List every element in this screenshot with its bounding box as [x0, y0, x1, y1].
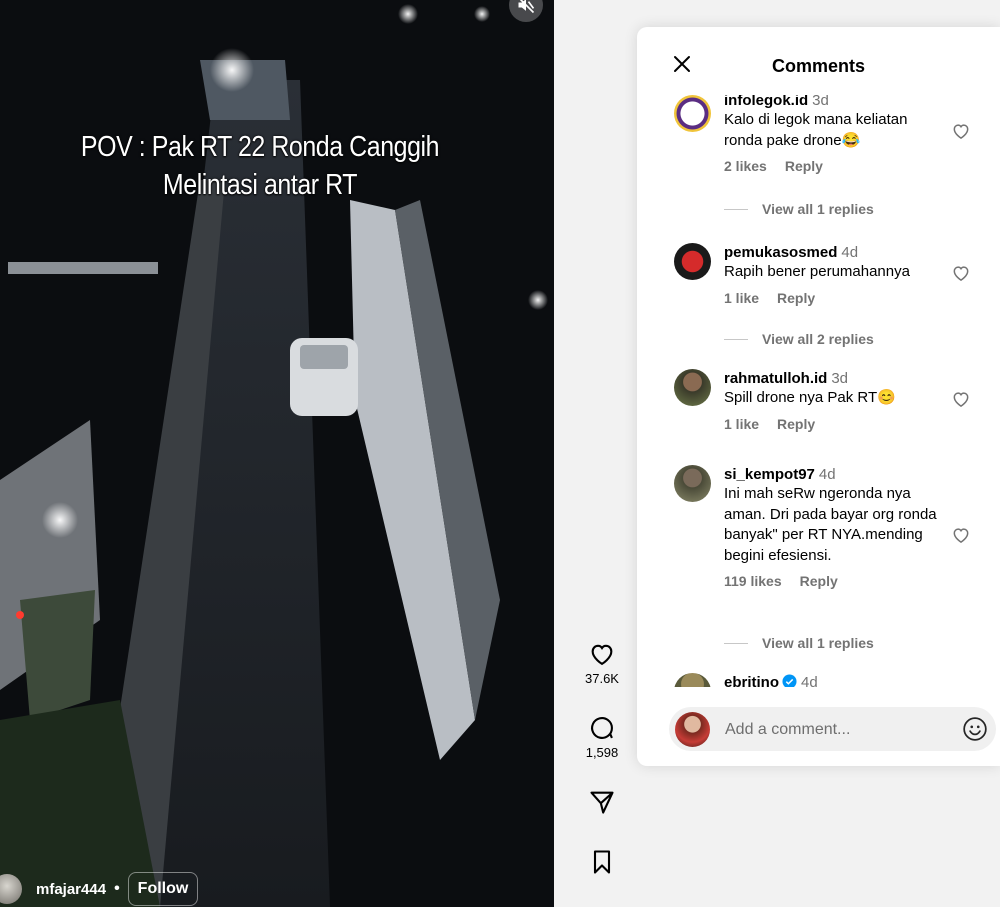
comment-time: 4d	[818, 466, 836, 483]
caption-line-1: POV : Pak RT 22 Ronda Canggih	[80, 131, 440, 163]
comment-likes[interactable]: 119 likes	[724, 573, 782, 589]
view-replies-button[interactable]: View all 1 replies	[724, 201, 874, 217]
follow-button[interactable]: Follow	[127, 872, 199, 906]
comment-like-button[interactable]	[951, 389, 971, 414]
reply-button[interactable]: Reply	[785, 158, 823, 174]
comment-count: 1,598	[585, 745, 619, 760]
emoji-button[interactable]	[962, 716, 988, 747]
comment-likes[interactable]: 1 like	[724, 416, 759, 432]
comment-time: 4d	[801, 674, 818, 687]
comment-likes[interactable]: 2 likes	[724, 158, 767, 174]
comments-header: Comments	[637, 27, 1000, 99]
comment-text: Rapih bener perumahannya	[724, 263, 910, 280]
author-separator: •	[114, 880, 120, 897]
emoji-icon	[963, 717, 987, 741]
comment-text: Ini mah seRw ngeronda nya aman. Dri pada…	[724, 485, 937, 564]
panel-title: Comments	[771, 56, 865, 76]
save-button[interactable]	[572, 848, 632, 876]
comment-username[interactable]: infolegok.id	[724, 95, 808, 109]
author-avatar[interactable]	[0, 874, 22, 904]
comment-username[interactable]: rahmatulloh.id	[724, 370, 827, 387]
comment-like-button[interactable]	[951, 525, 971, 550]
comment-avatar[interactable]	[674, 243, 711, 280]
verified-icon	[782, 674, 797, 687]
comment-like-button[interactable]	[951, 263, 971, 288]
reply-button[interactable]: Reply	[777, 416, 815, 432]
view-replies-label: View all 1 replies	[762, 635, 874, 651]
view-replies-button[interactable]: View all 2 replies	[724, 331, 874, 347]
comment-avatar[interactable]	[674, 369, 711, 406]
share-icon	[590, 791, 614, 814]
comment-text: Kalo di legok mana keliatan ronda pake d…	[724, 111, 908, 149]
heart-icon	[953, 528, 969, 543]
comment-username[interactable]: si_kempot97	[724, 466, 815, 483]
mute-icon	[518, 0, 535, 14]
reply-button[interactable]: Reply	[777, 290, 815, 306]
comment-time: 3d	[812, 95, 829, 109]
comment-icon	[591, 717, 613, 739]
view-replies-label: View all 1 replies	[762, 201, 874, 217]
bookmark-icon	[593, 850, 611, 874]
comment-avatar[interactable]	[674, 673, 711, 687]
heart-icon	[591, 644, 613, 666]
reply-button[interactable]: Reply	[800, 573, 838, 589]
comment-username[interactable]: pemukasosmed	[724, 244, 837, 261]
comment-username[interactable]: ebritino	[724, 674, 779, 687]
comment-avatar[interactable]	[674, 95, 711, 132]
comment-button[interactable]: 1,598	[572, 714, 632, 760]
comment-time: 4d	[841, 244, 859, 261]
view-replies-label: View all 2 replies	[762, 331, 874, 347]
comment-list[interactable]: infolegok.id 3d Kalo di legok mana keliat…	[637, 95, 1000, 687]
share-button[interactable]	[572, 788, 632, 816]
comment-time: 3d	[831, 370, 849, 387]
add-comment-bar	[669, 707, 996, 753]
comment-avatar[interactable]	[674, 465, 711, 502]
view-replies-button[interactable]: View all 1 replies	[724, 635, 874, 651]
author-username[interactable]: mfajar444	[36, 881, 106, 898]
comment-text: Spill drone nya Pak RT😊	[724, 389, 896, 406]
video-caption: POV : Pak RT 22 Ronda Canggih Melintasi …	[71, 128, 449, 204]
video-author: mfajar444 • Follow	[0, 872, 199, 906]
comments-panel: Comments infolegok.id 3d Kalo di legok ma…	[637, 27, 1000, 766]
current-user-avatar	[675, 712, 710, 747]
heart-icon	[953, 392, 969, 407]
heart-icon	[953, 266, 969, 281]
heart-icon	[953, 124, 969, 139]
like-button[interactable]: 37.6K	[572, 640, 632, 686]
comment-like-button[interactable]	[951, 121, 971, 146]
comment-input[interactable]	[723, 707, 947, 753]
comment-likes[interactable]: 1 like	[724, 290, 759, 306]
caption-line-2: Melintasi antar RT	[162, 169, 358, 201]
video-player[interactable]: POV : Pak RT 22 Ronda Canggih Melintasi …	[0, 0, 554, 907]
like-count: 37.6K	[585, 671, 619, 686]
